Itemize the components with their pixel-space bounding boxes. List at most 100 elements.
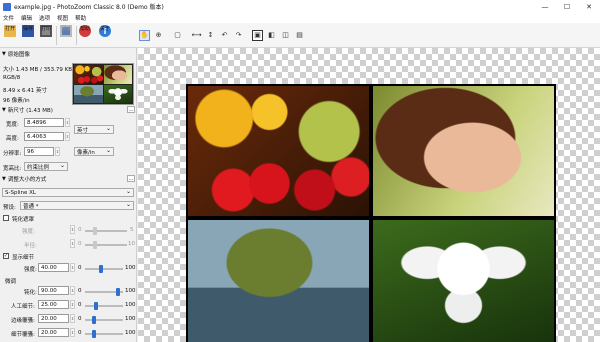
resolution-label: 分辨率:: [3, 151, 22, 157]
edge-min: 0: [78, 316, 82, 322]
detail-strength-slider[interactable]: [85, 265, 123, 273]
unit-select[interactable]: 英寸: [74, 125, 114, 134]
menu-view[interactable]: 视图: [57, 14, 68, 22]
fit-width-icon[interactable]: ⟷: [191, 30, 202, 41]
slider-knob[interactable]: [91, 316, 96, 324]
slider-knob[interactable]: [115, 288, 120, 296]
sharpen-slider[interactable]: [85, 288, 123, 296]
stacked-view-icon[interactable]: ▤: [294, 30, 305, 41]
resolution-unit-select[interactable]: 像素/in: [74, 147, 114, 156]
minimize-button[interactable]: —: [534, 0, 556, 13]
preview-button[interactable]: 预览: [57, 24, 75, 47]
sharpen-label: 钝化:: [24, 290, 37, 296]
resolution-field[interactable]: 96: [24, 147, 54, 156]
artificial-detail-field[interactable]: 25.00: [38, 300, 69, 309]
slider-knob[interactable]: [91, 330, 96, 338]
close-button[interactable]: ✕: [578, 0, 600, 13]
artificial-detail-stepper[interactable]: ⇕: [70, 300, 75, 309]
aspect-select[interactable]: 约束比例: [24, 162, 68, 171]
slider-knob[interactable]: [93, 302, 98, 310]
resize-method-select[interactable]: S-Spline XL: [2, 188, 134, 197]
rotate-left-icon[interactable]: ↶: [219, 30, 230, 41]
original-mode-text: RGB/8: [3, 75, 21, 81]
about-button[interactable]: i 关于: [96, 24, 114, 47]
menu-options[interactable]: 选项: [39, 14, 50, 22]
show-detail-checkbox[interactable]: ✓: [3, 253, 9, 259]
width-field[interactable]: 8.4896: [24, 118, 64, 127]
mask-radius-slider[interactable]: [85, 241, 127, 249]
artificial-detail-slider[interactable]: [85, 302, 123, 310]
detail-mask-field[interactable]: 20.00: [38, 328, 69, 337]
height-label: 高度:: [6, 136, 19, 142]
fruit-photo: [188, 86, 369, 216]
window-title: example.jpg - PhotoZoom Classic 8.0 (Dem…: [14, 4, 164, 11]
height-stepper[interactable]: ⇕: [65, 132, 70, 141]
hand-tool-icon[interactable]: ✋: [139, 29, 150, 41]
original-size-text: 大小 1.43 MB / 353.79 KB: [3, 67, 72, 73]
thumb-portrait: [103, 65, 132, 84]
thumb-fruit: [74, 65, 103, 84]
sharpen-stepper[interactable]: ⇕: [70, 286, 75, 295]
sharpen-mask-label: 钝化遮罩: [12, 217, 35, 223]
slider-knob[interactable]: [93, 241, 97, 249]
preview-image[interactable]: [186, 84, 556, 342]
original-dimensions-text: 8.49 x 6.41 英寸: [3, 88, 47, 94]
artificial-detail-min: 0: [78, 302, 82, 308]
detail-mask-stepper[interactable]: ⇕: [70, 328, 75, 337]
collapse-icon: ▼: [2, 176, 6, 182]
open-button[interactable]: 打开: [1, 24, 19, 47]
side-by-side-icon[interactable]: ◫: [280, 30, 291, 41]
help-button[interactable]: 帮助: [76, 24, 94, 47]
mask-radius-max: 10: [128, 241, 135, 247]
fine-tune-label: 微调: [5, 279, 17, 285]
height-field[interactable]: 6.4063: [24, 132, 64, 141]
collapse-icon: ▼: [2, 107, 6, 113]
detail-strength-max: 100: [125, 265, 136, 271]
collapse-icon: ▼: [2, 51, 6, 57]
split-view-icon[interactable]: ◧: [266, 30, 277, 41]
detail-strength-stepper[interactable]: ⇕: [70, 263, 75, 272]
preview-canvas[interactable]: [138, 48, 600, 342]
window-controls: — ☐ ✕: [534, 0, 600, 13]
detail-strength-label: 强度:: [24, 267, 37, 273]
menu-help[interactable]: 帮助: [75, 14, 86, 22]
resize-method-header[interactable]: ▼ 调整大小的方式: [0, 175, 136, 183]
maximize-button[interactable]: ☐: [556, 0, 578, 13]
sharpen-field[interactable]: 90.00: [38, 286, 69, 295]
zoom-tool-icon[interactable]: ⊕: [153, 30, 164, 41]
menu-edit[interactable]: 编辑: [21, 14, 32, 22]
menu-bar: 文件 编辑 选项 视图 帮助: [0, 13, 600, 23]
menu-file[interactable]: 文件: [3, 14, 14, 22]
sharpen-mask-checkbox[interactable]: [3, 215, 9, 221]
fit-height-icon[interactable]: ↕: [205, 30, 216, 41]
resolution-stepper[interactable]: ⇕: [55, 147, 60, 156]
edge-slider[interactable]: [85, 316, 123, 324]
detail-mask-min: 0: [78, 330, 82, 336]
portrait-photo: [373, 86, 554, 216]
slider-knob[interactable]: [93, 227, 97, 235]
new-size-header[interactable]: ▼ 新尺寸 (1.43 MB): [0, 106, 136, 114]
preset-select[interactable]: 普通 *: [20, 201, 134, 210]
save-button[interactable]: 保存: [19, 24, 37, 47]
title-bar: example.jpg - PhotoZoom Classic 8.0 (Dem…: [0, 0, 600, 13]
original-image-header[interactable]: ▼ 原始图像: [0, 50, 136, 58]
crop-tool-icon[interactable]: ▢: [172, 30, 183, 41]
edge-stepper[interactable]: ⇕: [70, 314, 75, 323]
mask-strength-slider[interactable]: [85, 227, 127, 235]
resize-options-button[interactable]: …: [127, 175, 135, 182]
rotate-right-icon[interactable]: ↷: [233, 30, 244, 41]
frog-photo: [188, 220, 369, 342]
slider-knob[interactable]: [98, 265, 103, 273]
show-detail-label: 显示细节: [12, 255, 35, 261]
mask-strength-stepper[interactable]: ⇕: [70, 225, 75, 234]
thumb-lily: [103, 84, 132, 103]
width-stepper[interactable]: ⇕: [65, 118, 70, 127]
mask-strength-max: 5: [130, 227, 134, 233]
detail-strength-field[interactable]: 40.00: [38, 263, 69, 272]
detail-mask-slider[interactable]: [85, 330, 123, 338]
print-button[interactable]: 打印: [37, 24, 55, 47]
mask-radius-stepper[interactable]: ⇕: [70, 239, 75, 248]
single-view-icon[interactable]: ▣: [252, 29, 263, 41]
new-size-options-button[interactable]: …: [127, 106, 135, 113]
edge-field[interactable]: 20.00: [38, 314, 69, 323]
